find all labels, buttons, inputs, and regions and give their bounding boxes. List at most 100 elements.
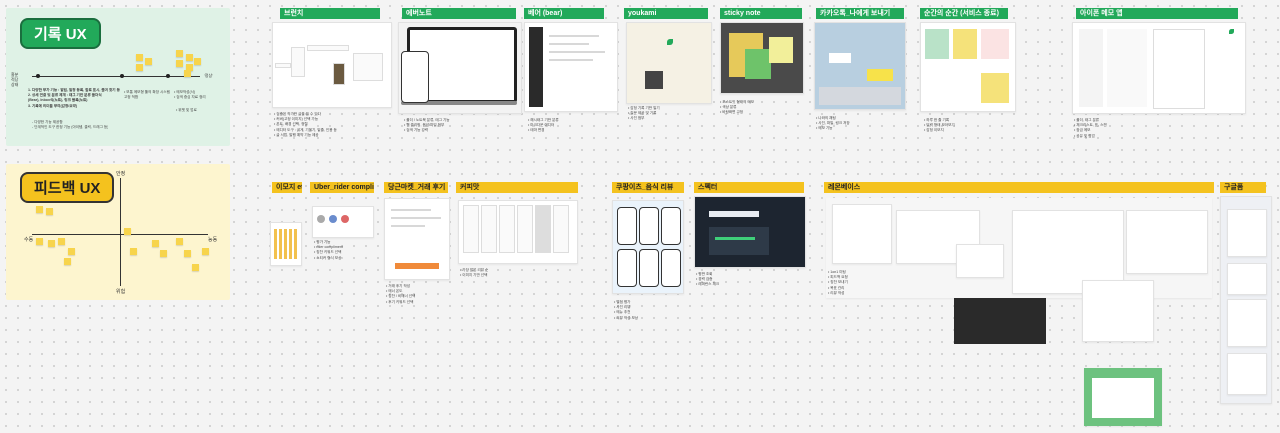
chat-bubble xyxy=(829,53,851,63)
app-card-moment xyxy=(920,22,1016,112)
app-notes-brunch: • 검증된 작가만 글을 쓸 수 있다 • 커버(고정 이미지) 선택 가능 • 폰… xyxy=(274,112,337,137)
axis-marker xyxy=(120,74,124,78)
app-header-emoji: 이모지 etc. xyxy=(272,182,302,193)
phone xyxy=(617,207,637,245)
app-header-youkami: youkami xyxy=(624,8,708,19)
text-line xyxy=(549,43,589,45)
sticky-note xyxy=(36,238,43,245)
record-far-note: • 위젯 및 업로 xyxy=(176,108,197,112)
photo xyxy=(645,71,663,89)
app-card-uber xyxy=(312,206,374,238)
app-header-google-form: 구글폼 xyxy=(1220,182,1266,193)
avatar xyxy=(317,215,325,223)
form-section xyxy=(1227,299,1267,347)
memo-list xyxy=(1107,29,1147,107)
app-card-specter xyxy=(694,196,806,268)
screenshot xyxy=(307,45,349,51)
app-notes-uber: • 평가 기능 • rider compliment • 칭찬 키워드 선택 • 스티… xyxy=(314,240,343,260)
record-axis-right-label: '정상' xyxy=(204,73,213,78)
app-notes-moment: • 하루 한 줄 기록 • 달력 형태 모아보기 • 감정 이모지 xyxy=(924,118,955,133)
phone xyxy=(639,249,659,287)
feedback-ux-section: 피드백 UX 안정 위험 수동 능동 xyxy=(6,164,230,300)
memo-editor xyxy=(1153,29,1205,109)
axis-marker xyxy=(36,74,40,78)
record-sub-notes: - 다양한 기능 제공함 - 단계적인 도구 한정 기능 (아이템, 클릭, 드… xyxy=(32,120,109,130)
keyboard xyxy=(819,87,901,105)
app-card-bear xyxy=(524,22,618,112)
app-card-brunch xyxy=(272,22,392,108)
screenshot xyxy=(553,205,569,253)
app-header-lemonbase: 레몬베이스 xyxy=(824,182,1214,193)
record-ux-section: 기록 UX 흥분 적당 상태 '정상' 1. 다양한 부가 기능 : 알림, 일… xyxy=(6,8,230,146)
leaf-icon xyxy=(1229,29,1234,34)
specter-panel xyxy=(709,227,769,255)
sticky-note xyxy=(160,250,167,257)
app-header-evernote: 에버노트 xyxy=(402,8,516,19)
app-notes-lemonbase: • 1on1 미팅 • 피드백 요청 • 칭찬 보내기 • 목표 관리 • 리뷰 작성 xyxy=(828,270,848,295)
axis-marker xyxy=(166,74,170,78)
lemon-dark-banner xyxy=(954,298,1046,344)
sticky-note xyxy=(176,50,183,57)
app-header-specter: 스펙터 xyxy=(694,182,804,193)
app-notes-bear: • 해시태그 기반 분류 • 마크다운 에디터 • 테마 변경 xyxy=(528,118,559,133)
lemon-green-screen xyxy=(1084,368,1162,426)
sticky-note xyxy=(184,250,191,257)
screenshot xyxy=(535,205,551,253)
record-axis xyxy=(32,76,200,77)
app-card-emoji xyxy=(270,222,302,266)
sticky-note xyxy=(192,264,199,271)
record-points: 1. 다양한 부가 기능 : 알림, 일정 등록, 할로 표시, 즐겨 찾기 등… xyxy=(28,88,120,108)
app-card-coffee xyxy=(458,200,578,264)
sticky-note xyxy=(46,208,53,215)
phone xyxy=(661,207,681,245)
app-notes-specter: • 평판 조회 • 경력 검증 • 레퍼런스 체크 xyxy=(696,272,720,287)
app-notes-kakaotalk: • 나와의 채팅 • 사진, 파일, 링크 저장 • 메모 기능 xyxy=(816,116,850,131)
sticky-note xyxy=(145,58,152,65)
app-notes-evernote: • 폴더 / 노트북 분류, 태그 기능 • 웹 클리핑, 음성/파일 첨부 • 검… xyxy=(404,118,450,133)
phone xyxy=(639,207,659,245)
app-card-sticky-note xyxy=(720,22,804,94)
sticky-stack xyxy=(769,37,793,63)
lemon-screen xyxy=(1126,210,1208,274)
app-header-iphone-memo: 아이폰 메모 앱 xyxy=(1076,8,1238,19)
app-header-sticky-note: sticky note xyxy=(720,8,802,19)
record-axis-left-label: 흥분 적당 상태 xyxy=(11,72,19,87)
form-section xyxy=(1227,263,1267,295)
text-line xyxy=(549,59,593,61)
calendar-block xyxy=(925,29,949,59)
sticky-note xyxy=(176,238,183,245)
screenshot xyxy=(291,47,305,77)
app-card-evernote xyxy=(398,22,522,114)
text-line xyxy=(549,51,605,53)
app-card-daangn xyxy=(384,198,450,280)
feedback-left-label: 수동 xyxy=(24,237,34,243)
sticky-note xyxy=(130,248,137,255)
chat-bubble xyxy=(867,69,893,81)
bear-sidebar xyxy=(529,27,543,107)
calendar-block xyxy=(953,29,977,59)
text-line xyxy=(391,217,441,219)
emoji-grid xyxy=(274,229,298,259)
app-header-coffee: 커피맛 xyxy=(456,182,578,193)
sticky-note xyxy=(68,248,75,255)
memo-list xyxy=(1079,29,1103,107)
screenshot xyxy=(481,205,497,253)
text-line xyxy=(391,225,425,227)
sticky-note xyxy=(36,206,43,213)
specter-accent xyxy=(715,237,755,240)
feedback-bottom-label: 위험 xyxy=(116,289,126,295)
app-card-coupang xyxy=(612,200,684,294)
sticky-note xyxy=(194,58,201,65)
screenshot xyxy=(353,53,383,81)
green-screen-card xyxy=(1092,378,1154,418)
lemon-screen xyxy=(956,244,1004,278)
sticky-note xyxy=(152,240,159,247)
app-notes-sticky-note: • 포스트잇 형태의 메모 • 색상 분류 • 바탕화면 고정 xyxy=(720,100,755,115)
app-card-google-form xyxy=(1220,196,1272,404)
app-header-brunch: 브런치 xyxy=(280,8,380,19)
app-notes-iphone-memo: • 폴더, 태그 분류 • 체크리스트, 표, 스캔 • 잠금 메모 • 공유 및 협… xyxy=(1074,118,1107,138)
avatar xyxy=(341,215,349,223)
record-right-notes: • 메모작성(서) • 검색 중심 자료 정리 xyxy=(174,90,206,100)
sticky-note xyxy=(64,258,71,265)
app-header-kakaotalk: 카카오톡_나에게 보내기 xyxy=(816,8,904,19)
